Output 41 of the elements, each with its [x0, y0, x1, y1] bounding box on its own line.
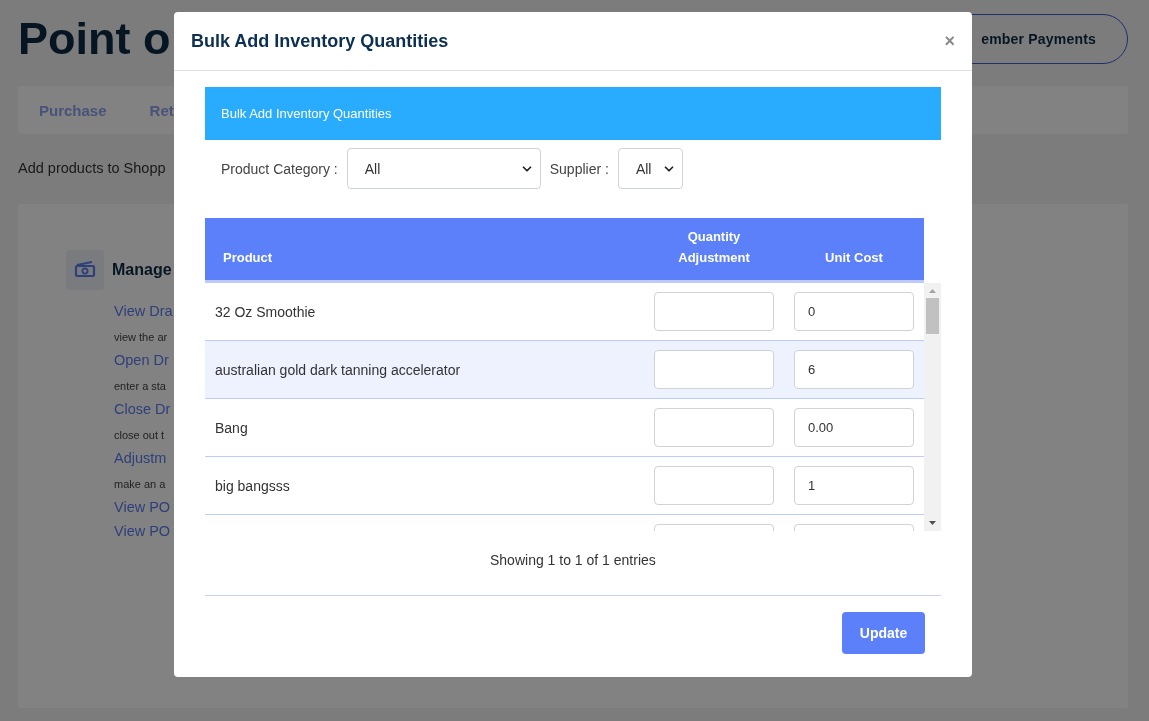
column-header[interactable]: Quantity Adjustment	[659, 226, 769, 268]
filter-label: Supplier :	[549, 160, 609, 177]
menu-link[interactable]: View PO	[114, 496, 171, 518]
table-cell: australian gold dark tanning accelerator	[215, 361, 461, 378]
entries-info: Showing 1 to 1 of 1 entries	[490, 551, 656, 570]
page-title: Point o	[18, 14, 171, 64]
link-description: enter a sta	[114, 379, 166, 394]
table-cell: Bang	[215, 419, 248, 436]
unit-cost-input[interactable]: 0	[794, 292, 914, 331]
intro-text: Add products to Shopp	[18, 159, 166, 178]
quantity-input[interactable]	[654, 350, 774, 389]
supplier-select[interactable]: All	[617, 148, 683, 189]
menu-link[interactable]: View Dra	[114, 300, 173, 322]
update-button[interactable]: Update	[842, 612, 925, 654]
quantity-input[interactable]	[654, 408, 774, 447]
menu-link[interactable]: Adjustm	[114, 447, 167, 469]
close-button[interactable]: ×	[944, 32, 955, 50]
column-header[interactable]: Unit Cost	[825, 247, 883, 268]
menu-link[interactable]: Close Dr	[114, 398, 171, 420]
nav-tab[interactable]: Ret	[149, 101, 174, 119]
section-title: Manage	[112, 261, 172, 279]
scrollbar[interactable]	[924, 283, 941, 531]
panel-heading: Bulk Add Inventory Quantities	[205, 87, 941, 140]
link-description: close out t	[114, 428, 165, 443]
menu-link[interactable]: View PO	[114, 520, 171, 542]
category-select[interactable]: All	[346, 148, 541, 189]
unit-cost-input[interactable]: 6	[794, 350, 914, 389]
link-description: make an a	[114, 477, 166, 492]
unit-cost-input[interactable]: 1	[794, 466, 914, 505]
banknote-icon	[66, 250, 104, 290]
modal-title: Bulk Add Inventory Quantities	[191, 30, 449, 52]
quantity-input[interactable]	[654, 466, 774, 505]
nav-tab[interactable]: Purchase	[39, 101, 107, 119]
menu-link[interactable]: Open Dr	[114, 349, 169, 371]
table-cell: big bangsss	[215, 477, 290, 494]
filter-label: Product Category :	[221, 160, 338, 177]
unit-cost-input[interactable]: 0.00	[794, 408, 914, 447]
quantity-input[interactable]	[654, 292, 774, 331]
column-header[interactable]: Product	[223, 247, 273, 268]
link-description: view the ar	[114, 330, 168, 345]
table-cell: 32 Oz Smoothie	[215, 303, 316, 320]
